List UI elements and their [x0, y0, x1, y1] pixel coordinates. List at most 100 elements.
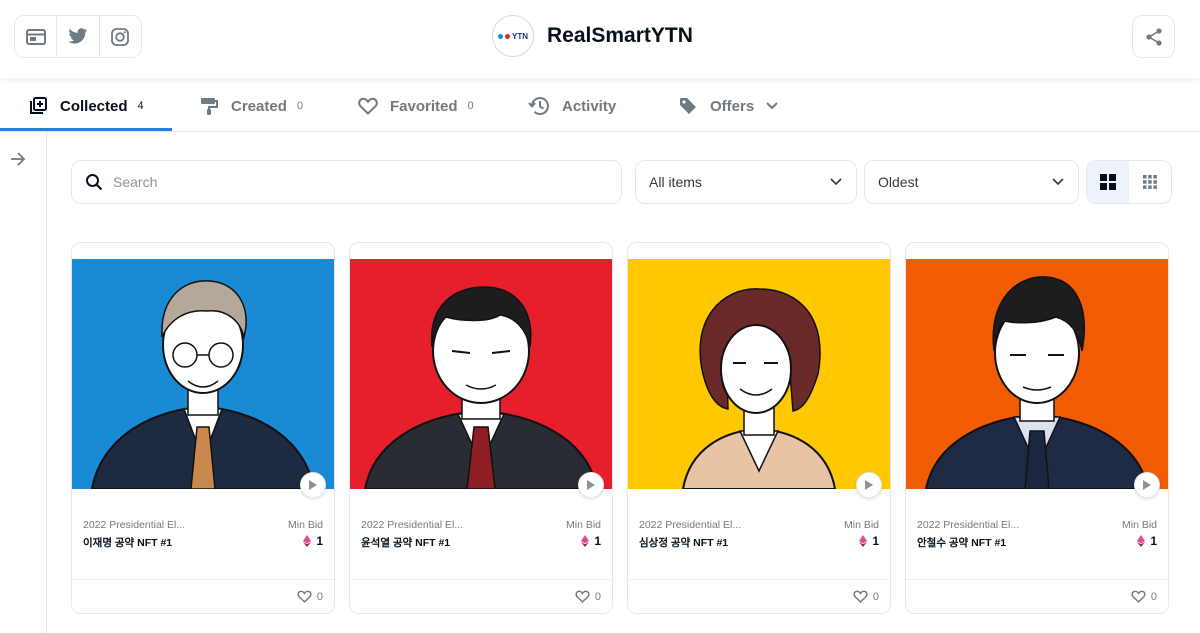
item-name[interactable]: 안철수 공약 NFT #1 — [917, 535, 1006, 550]
like-button[interactable]: 0 — [1131, 590, 1157, 603]
sort-dropdown[interactable]: Oldest — [864, 160, 1079, 204]
collected-icon — [28, 96, 48, 116]
header: YTN RealSmartYTN — [0, 0, 1200, 78]
ytn-logo: YTN — [492, 15, 534, 57]
card-footer: 0 — [906, 579, 1168, 613]
collection-name[interactable]: 2022 Presidential El... — [639, 519, 741, 531]
card-info: 2022 Presidential El... 이재명 공약 NFT #1 Mi… — [72, 489, 334, 579]
tab-count: 0 — [296, 100, 303, 112]
tab-label: Offers — [710, 97, 755, 115]
like-count: 0 — [1150, 590, 1157, 603]
search-input[interactable] — [113, 174, 593, 190]
heart-icon — [853, 590, 868, 603]
nft-card[interactable]: 2022 Presidential El... 심상정 공약 NFT #1 Mi… — [627, 242, 891, 614]
instagram-icon[interactable] — [100, 16, 141, 57]
tab-created[interactable]: Created 0 — [199, 80, 303, 132]
heart-icon — [575, 590, 590, 603]
large-grid-icon — [1100, 174, 1116, 190]
sort-value: Oldest — [878, 174, 919, 190]
like-button[interactable]: 0 — [297, 590, 323, 603]
chevron-down-icon — [1052, 178, 1064, 186]
eth-icon — [859, 535, 868, 547]
item-name[interactable]: 윤석열 공약 NFT #1 — [361, 535, 450, 550]
price: 1 — [303, 534, 323, 548]
small-grid-icon — [1143, 175, 1157, 189]
heart-icon — [1131, 590, 1146, 603]
min-bid-label: Min Bid — [565, 519, 601, 531]
heart-icon — [358, 97, 378, 115]
nft-image[interactable] — [72, 259, 334, 489]
card-footer: 0 — [72, 579, 334, 613]
small-grid-button[interactable] — [1129, 161, 1171, 203]
expand-filters-button[interactable] — [10, 152, 26, 171]
like-count: 0 — [594, 590, 601, 603]
tab-offers[interactable]: Offers — [678, 80, 778, 132]
card-info: 2022 Presidential El... 심상정 공약 NFT #1 Mi… — [628, 489, 890, 579]
like-count: 0 — [316, 590, 323, 603]
chevron-down-icon — [830, 178, 842, 186]
card-footer: 0 — [350, 579, 612, 613]
nft-card[interactable]: 2022 Presidential El... 이재명 공약 NFT #1 Mi… — [71, 242, 335, 614]
eth-icon — [303, 535, 312, 547]
nft-image[interactable] — [628, 259, 890, 489]
card-info: 2022 Presidential El... 윤석열 공약 NFT #1 Mi… — [350, 489, 612, 579]
twitter-icon[interactable] — [57, 16, 100, 57]
active-tab-indicator — [0, 128, 172, 131]
filter-rail — [0, 132, 47, 633]
social-links — [14, 15, 142, 58]
share-icon — [1145, 27, 1162, 46]
items-filter-dropdown[interactable]: All items — [635, 160, 857, 204]
price: 1 — [581, 534, 601, 548]
tab-favorited[interactable]: Favorited 0 — [358, 80, 474, 132]
card-info: 2022 Presidential El... 안철수 공약 NFT #1 Mi… — [906, 489, 1168, 579]
eth-icon — [581, 535, 590, 547]
nft-card[interactable]: 2022 Presidential El... 윤석열 공약 NFT #1 Mi… — [349, 242, 613, 614]
like-button[interactable]: 0 — [575, 590, 601, 603]
tab-count: 4 — [137, 100, 144, 112]
view-toggle — [1086, 160, 1172, 204]
tab-count: 0 — [467, 100, 474, 112]
card-footer: 0 — [628, 579, 890, 613]
collection-name[interactable]: 2022 Presidential El... — [83, 519, 185, 531]
like-count: 0 — [872, 590, 879, 603]
price-value: 1 — [316, 534, 323, 548]
logo-text: YTN — [512, 31, 528, 41]
tab-label: Favorited — [390, 97, 458, 115]
eth-icon — [1137, 535, 1146, 547]
heart-icon — [297, 590, 312, 603]
item-name[interactable]: 심상정 공약 NFT #1 — [639, 535, 728, 550]
large-grid-button[interactable] — [1087, 161, 1129, 203]
paintbrush-icon — [199, 96, 219, 116]
tab-activity[interactable]: Activity — [528, 80, 616, 132]
history-icon — [528, 96, 550, 116]
profile-tabs: Collected 4 Created 0 Favorited 0 Activi… — [0, 80, 1200, 132]
brand-name: RealSmartYTN — [547, 24, 693, 47]
chevron-down-icon — [766, 102, 778, 110]
tab-collected[interactable]: Collected 4 — [28, 80, 144, 132]
tab-label: Activity — [562, 97, 617, 115]
search-icon — [85, 173, 103, 191]
item-name[interactable]: 이재명 공약 NFT #1 — [83, 535, 172, 550]
tab-label: Created — [231, 97, 287, 115]
price-value: 1 — [872, 534, 879, 548]
tab-label: Collected — [60, 97, 128, 115]
website-icon[interactable] — [15, 16, 58, 57]
like-button[interactable]: 0 — [853, 590, 879, 603]
collection-name[interactable]: 2022 Presidential El... — [917, 519, 1019, 531]
price: 1 — [1137, 534, 1157, 548]
min-bid-label: Min Bid — [287, 519, 323, 531]
nft-card[interactable]: 2022 Presidential El... 안철수 공약 NFT #1 Mi… — [905, 242, 1169, 614]
nft-image[interactable] — [350, 259, 612, 489]
collection-name[interactable]: 2022 Presidential El... — [361, 519, 463, 531]
search-bar[interactable] — [71, 160, 622, 204]
min-bid-label: Min Bid — [843, 519, 879, 531]
min-bid-label: Min Bid — [1121, 519, 1157, 531]
price-value: 1 — [1150, 534, 1157, 548]
brand: YTN RealSmartYTN — [492, 15, 693, 57]
nft-image[interactable] — [906, 259, 1168, 489]
items-filter-value: All items — [649, 174, 702, 190]
price-value: 1 — [594, 534, 601, 548]
arrow-right-icon — [11, 152, 26, 166]
share-button[interactable] — [1132, 15, 1175, 58]
tag-icon — [678, 96, 698, 116]
